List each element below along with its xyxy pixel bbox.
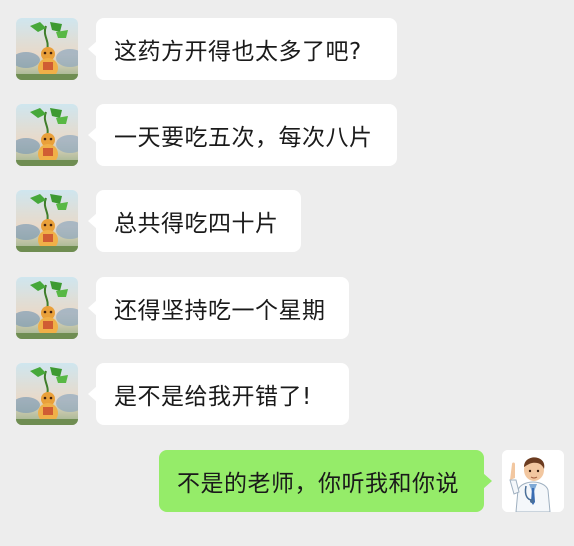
message-bubble[interactable]: 一天要吃五次，每次八片 bbox=[88, 104, 397, 166]
gourd-character-avatar-icon[interactable] bbox=[16, 277, 78, 339]
message-bubble[interactable]: 还得坚持吃一个星期 bbox=[88, 277, 349, 339]
message-text: 这药方开得也太多了吧? bbox=[114, 39, 362, 65]
gourd-character-avatar-icon[interactable] bbox=[16, 104, 78, 166]
message-bubble[interactable]: 这药方开得也太多了吧? bbox=[88, 18, 397, 80]
gourd-character-avatar-icon[interactable] bbox=[16, 363, 78, 425]
chat-window: 这药方开得也太多了吧? 一天要吃五次，每次八片 总共得吃四十片 还得坚持吃一个星… bbox=[0, 0, 574, 546]
gourd-character-avatar-icon[interactable] bbox=[16, 190, 78, 252]
message-text: 是不是给我开错了! bbox=[114, 384, 312, 410]
message-text: 不是的老师，你听我和你说 bbox=[177, 471, 459, 497]
message-text: 总共得吃四十片 bbox=[114, 211, 279, 237]
message-bubble[interactable]: 是不是给我开错了! bbox=[88, 363, 349, 425]
message-bubble[interactable]: 总共得吃四十片 bbox=[88, 190, 301, 252]
message-text: 还得坚持吃一个星期 bbox=[114, 298, 326, 324]
doctor-avatar-icon[interactable] bbox=[502, 450, 564, 512]
gourd-character-avatar-icon[interactable] bbox=[16, 18, 78, 80]
message-text: 一天要吃五次，每次八片 bbox=[114, 125, 373, 151]
message-bubble[interactable]: 不是的老师，你听我和你说 bbox=[159, 450, 492, 512]
